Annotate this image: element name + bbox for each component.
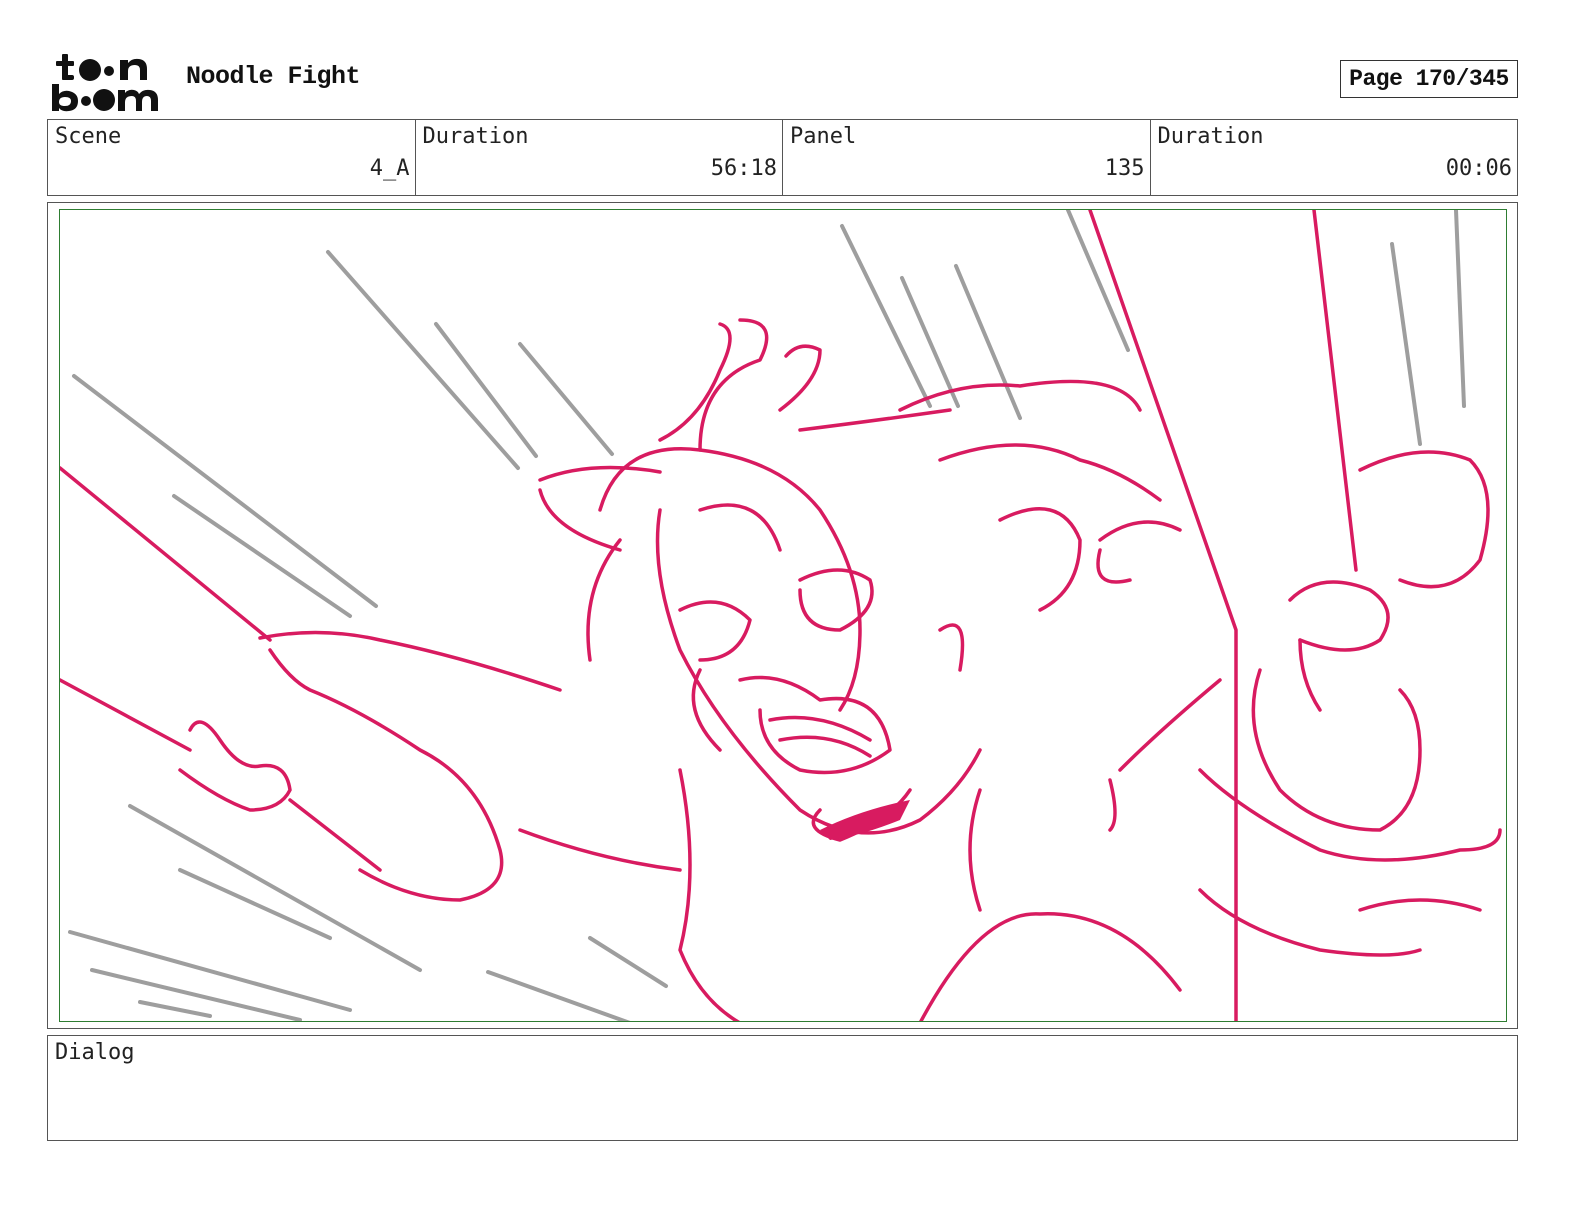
- scene-duration-value: 56:18: [710, 156, 777, 181]
- panel-label: Panel: [790, 124, 857, 149]
- panel-duration-cell: Duration 00:06: [1151, 120, 1518, 195]
- dialog-box: Dialog: [47, 1035, 1518, 1141]
- storyboard-sketch: [60, 210, 1502, 1021]
- scene-value: 4_A: [369, 156, 410, 181]
- panel-value: 135: [1104, 156, 1145, 181]
- panel-cell: Panel 135: [783, 120, 1151, 195]
- scene-duration-cell: Duration 56:18: [416, 120, 783, 195]
- scene-label: Scene: [55, 124, 122, 149]
- panel-safe-area: [59, 209, 1507, 1022]
- character-sketch: [60, 210, 1502, 1021]
- logo-graphic: [52, 54, 158, 112]
- scene-info-row: Scene 4_A Duration 56:18 Panel 135 Durat…: [47, 119, 1518, 196]
- scene-cell: Scene 4_A: [48, 120, 416, 195]
- dialog-label: Dialog: [55, 1040, 135, 1065]
- panel-duration-label: Duration: [1157, 124, 1264, 149]
- panel-duration-value: 00:06: [1445, 156, 1512, 181]
- project-title: Noodle Fight: [186, 62, 361, 91]
- toon-boom-logo: [50, 50, 170, 114]
- scene-duration-label: Duration: [422, 124, 529, 149]
- page-indicator: Page 170/345: [1340, 60, 1518, 98]
